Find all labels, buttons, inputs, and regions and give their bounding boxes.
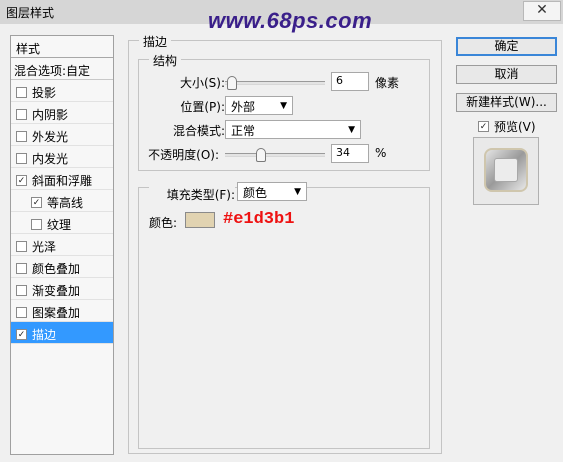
style-item-label: 图案叠加	[32, 305, 81, 320]
style-item[interactable]: ✓ 斜面和浮雕	[11, 168, 113, 190]
opacity-unit: %	[375, 146, 387, 160]
style-item-label: 渐变叠加	[32, 283, 81, 298]
checkbox[interactable]	[16, 284, 27, 296]
blend-mode-value: 正常	[231, 124, 256, 138]
style-item[interactable]: 纹理	[11, 212, 113, 234]
style-item[interactable]: 光泽	[11, 234, 113, 256]
size-slider-handle[interactable]	[226, 76, 237, 90]
color-swatch[interactable]	[185, 212, 215, 228]
blend-mode-label: 混合模式:	[172, 124, 225, 138]
chevron-down-icon: ▼	[280, 101, 287, 111]
checkbox[interactable]	[16, 240, 27, 252]
styles-list: 样式 混合选项:自定 投影内阴影外发光内发光 ✓ 斜面和浮雕 ✓ 等高线纹理光泽颜色叠加…	[10, 35, 114, 455]
checkbox[interactable]: ✓	[31, 196, 42, 208]
checkbox[interactable]	[16, 86, 27, 98]
style-item[interactable]: ✓ 等高线	[11, 190, 113, 212]
color-label: 颜色:	[149, 216, 178, 230]
style-item-label: 描边	[32, 327, 57, 342]
position-value: 外部	[231, 100, 256, 114]
ok-button[interactable]: 确定	[456, 37, 557, 56]
style-preview	[473, 137, 539, 205]
blend-mode-select[interactable]: 正常 ▼	[225, 120, 361, 139]
opacity-slider-handle[interactable]	[255, 148, 266, 162]
styles-header: 样式	[11, 36, 113, 58]
style-item[interactable]: 内阴影	[11, 102, 113, 124]
size-unit: 像素	[375, 76, 400, 90]
cancel-button[interactable]: 取消	[456, 65, 557, 84]
fill-type-label: 填充类型(F):	[149, 186, 235, 203]
style-item-label: 投影	[32, 85, 57, 100]
window-title: 图层样式	[6, 6, 55, 20]
blend-options-item[interactable]: 混合选项:自定	[11, 58, 113, 80]
position-select[interactable]: 外部 ▼	[225, 96, 293, 115]
style-item[interactable]: 内发光	[11, 146, 113, 168]
size-label: 大小(S):	[179, 76, 225, 90]
checkbox[interactable]	[16, 130, 27, 142]
opacity-label: 不透明度(O):	[148, 148, 219, 162]
style-item-label: 纹理	[47, 217, 72, 232]
dialog-body: 样式 混合选项:自定 投影内阴影外发光内发光 ✓ 斜面和浮雕 ✓ 等高线纹理光泽颜色叠加…	[6, 30, 559, 458]
style-item[interactable]: 颜色叠加	[11, 256, 113, 278]
style-item[interactable]: 渐变叠加	[11, 278, 113, 300]
preview-label: 预览(V)	[494, 120, 536, 134]
size-slider[interactable]	[225, 76, 325, 90]
style-item-label: 内阴影	[32, 107, 69, 122]
style-item[interactable]: ✓ 描边	[11, 322, 113, 344]
structure-group: 结构 大小(S): 6 像素 位置(P): 外部 ▼ 混合模式: 正常 ▼ 不透…	[138, 52, 430, 171]
style-item-label: 斜面和浮雕	[32, 173, 93, 188]
preview-thumbnail	[484, 148, 528, 192]
preview-toggle[interactable]: ✓ 预览(V)	[478, 118, 536, 135]
color-hex-annotation: #e1d3b1	[223, 210, 295, 229]
new-style-button[interactable]: 新建样式(W)...	[456, 93, 557, 112]
style-item[interactable]: 外发光	[11, 124, 113, 146]
position-label: 位置(P):	[180, 100, 225, 114]
size-input[interactable]: 6	[331, 72, 369, 91]
style-item-label: 内发光	[32, 151, 69, 166]
checkbox[interactable]	[16, 152, 27, 164]
stroke-title: 描边	[139, 33, 172, 50]
checkbox[interactable]	[16, 108, 27, 120]
style-item-label: 等高线	[47, 195, 84, 210]
style-item-label: 光泽	[32, 239, 57, 254]
checkbox[interactable]: ✓	[16, 174, 27, 186]
checkbox[interactable]	[16, 306, 27, 318]
preview-checkbox[interactable]: ✓	[478, 121, 489, 132]
chevron-down-icon: ▼	[294, 187, 301, 197]
style-item-label: 外发光	[32, 129, 69, 144]
fill-type-select[interactable]: 颜色 ▼	[237, 182, 307, 201]
chevron-down-icon: ▼	[348, 125, 355, 135]
fill-type-value: 颜色	[243, 186, 268, 200]
stroke-group: 描边 结构 大小(S): 6 像素 位置(P): 外部 ▼ 混合模式: 正常 ▼…	[128, 33, 442, 454]
fill-group: 填充类型(F): 颜色 ▼ 颜色: #e1d3b1	[138, 182, 430, 449]
style-item[interactable]: 投影	[11, 80, 113, 102]
style-item[interactable]: 图案叠加	[11, 300, 113, 322]
close-button[interactable]: ✕	[523, 1, 561, 21]
opacity-slider[interactable]	[225, 148, 325, 162]
checkbox[interactable]	[31, 218, 42, 230]
style-item-label: 颜色叠加	[32, 261, 81, 276]
checkbox[interactable]	[16, 262, 27, 274]
close-icon: ✕	[536, 2, 548, 18]
checkbox[interactable]: ✓	[16, 328, 27, 340]
structure-title: 结构	[149, 52, 182, 69]
opacity-input[interactable]: 34	[331, 144, 369, 163]
